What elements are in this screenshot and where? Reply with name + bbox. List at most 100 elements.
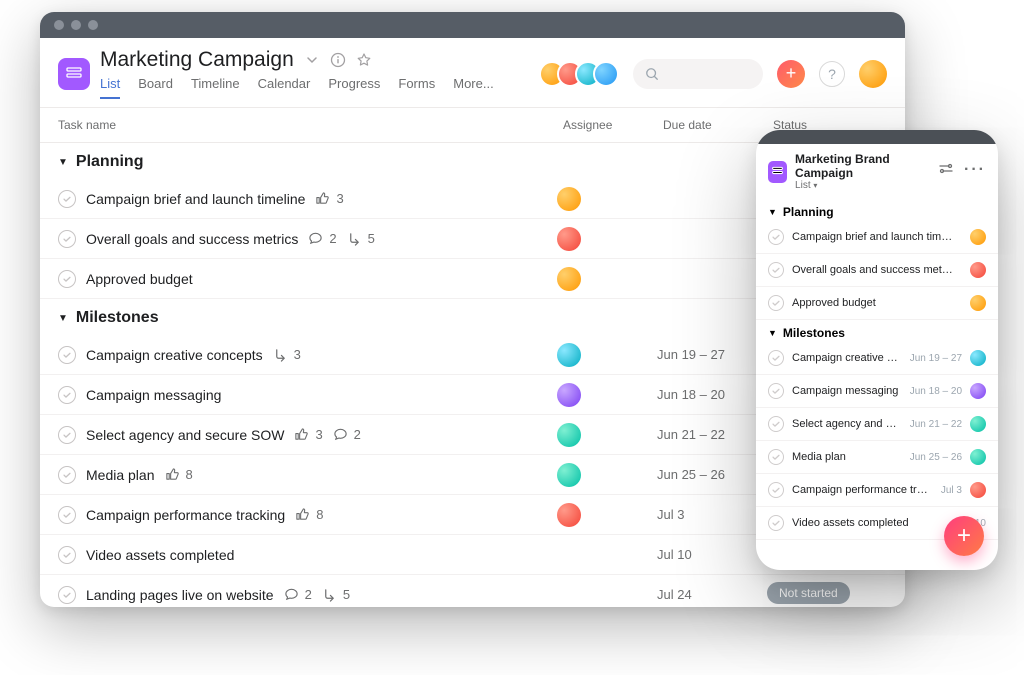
like-icon[interactable]	[165, 467, 180, 482]
due-date[interactable]: Jul 3	[657, 507, 767, 522]
tab-forms[interactable]: Forms	[398, 76, 435, 99]
mobile-task-row[interactable]: Campaign brief and launch timeline	[756, 221, 998, 254]
collaborator-avatar[interactable]	[593, 61, 619, 87]
mobile-task-name: Select agency and secure SOW	[792, 418, 902, 430]
mobile-task-row[interactable]: Media planJun 25 – 26	[756, 441, 998, 474]
comment-icon[interactable]	[308, 231, 323, 246]
assignee-avatar[interactable]	[557, 187, 581, 211]
caret-down-icon: ▼	[768, 207, 777, 217]
due-date[interactable]: Jul 10	[657, 547, 767, 562]
task-name: Overall goals and success metrics	[86, 231, 298, 247]
search-input[interactable]	[633, 59, 763, 89]
complete-toggle[interactable]	[58, 270, 76, 288]
complete-toggle[interactable]	[58, 546, 76, 564]
mobile-complete-toggle[interactable]	[768, 295, 784, 311]
mobile-task-name: Campaign messaging	[792, 385, 902, 397]
mobile-complete-toggle[interactable]	[768, 383, 784, 399]
project-title[interactable]: Marketing Campaign	[100, 48, 294, 72]
due-date[interactable]: Jul 24	[657, 587, 767, 602]
mobile-complete-toggle[interactable]	[768, 482, 784, 498]
due-date[interactable]: Jun 25 – 26	[657, 467, 767, 482]
assignee-avatar[interactable]	[557, 267, 581, 291]
traffic-light-close[interactable]	[54, 20, 64, 30]
assignee-avatar[interactable]	[557, 343, 581, 367]
assignee-avatar[interactable]	[557, 503, 581, 527]
complete-toggle[interactable]	[58, 346, 76, 364]
mobile-task-row[interactable]: Select agency and secure SOW Jun 21 – 22	[756, 408, 998, 441]
view-tabs: List Board Timeline Calendar Progress Forms Mo…	[100, 76, 494, 99]
mobile-complete-toggle[interactable]	[768, 350, 784, 366]
mobile-complete-toggle[interactable]	[768, 416, 784, 432]
due-date[interactable]: Jun 18 – 20	[657, 387, 767, 402]
section-name: Planning	[76, 153, 144, 171]
info-icon[interactable]	[330, 52, 346, 68]
mobile-task-row[interactable]: Overall goals and success metrics	[756, 254, 998, 287]
task-name: Campaign brief and launch timeline	[86, 191, 305, 207]
tab-calendar[interactable]: Calendar	[258, 76, 311, 99]
mobile-task-row[interactable]: Campaign performance trackingJul 3	[756, 474, 998, 507]
chevron-down-icon[interactable]	[304, 52, 320, 68]
col-assignee[interactable]: Assignee	[557, 118, 657, 132]
mobile-add-button[interactable]: +	[944, 516, 984, 556]
col-due[interactable]: Due date	[657, 118, 767, 132]
filter-icon[interactable]	[938, 161, 954, 182]
like-icon[interactable]	[315, 191, 330, 206]
complete-toggle[interactable]	[58, 466, 76, 484]
traffic-light-min[interactable]	[71, 20, 81, 30]
subtask-icon[interactable]	[347, 231, 362, 246]
comment-icon[interactable]	[284, 587, 299, 602]
complete-toggle[interactable]	[58, 586, 76, 604]
task-name: Approved budget	[86, 271, 193, 287]
status-pill[interactable]: Not started	[767, 582, 850, 604]
comment-icon[interactable]	[333, 427, 348, 442]
like-icon[interactable]	[295, 507, 310, 522]
complete-toggle[interactable]	[58, 506, 76, 524]
mobile-task-row[interactable]: Campaign creative conceptsJun 19 – 27	[756, 342, 998, 375]
help-button[interactable]: ?	[819, 61, 845, 87]
mobile-complete-toggle[interactable]	[768, 229, 784, 245]
task-name: Campaign performance tracking	[86, 507, 285, 523]
tab-more-[interactable]: More...	[453, 76, 493, 99]
more-icon[interactable]: ···	[964, 161, 986, 182]
assignee-avatar[interactable]	[557, 227, 581, 251]
mobile-view-label[interactable]: List ▾	[795, 180, 930, 191]
tab-list[interactable]: List	[100, 76, 120, 99]
complete-toggle[interactable]	[58, 426, 76, 444]
mobile-task-row[interactable]: Campaign messagingJun 18 – 20	[756, 375, 998, 408]
mobile-project-icon	[768, 161, 787, 183]
complete-toggle[interactable]	[58, 386, 76, 404]
task-row[interactable]: Landing pages live on website25Jul 24Not…	[40, 575, 905, 607]
col-task[interactable]: Task name	[58, 118, 557, 132]
mobile-due: Jun 25 – 26	[910, 452, 962, 463]
mobile-complete-toggle[interactable]	[768, 515, 784, 531]
assignee-avatar[interactable]	[557, 463, 581, 487]
add-button[interactable]: +	[777, 60, 805, 88]
assignee-avatar[interactable]	[557, 423, 581, 447]
tab-progress[interactable]: Progress	[328, 76, 380, 99]
complete-toggle[interactable]	[58, 190, 76, 208]
task-name: Select agency and secure SOW	[86, 427, 284, 443]
mobile-complete-toggle[interactable]	[768, 449, 784, 465]
mobile-due: Jun 21 – 22	[910, 419, 962, 430]
mobile-project-title[interactable]: Marketing Brand Campaign	[795, 152, 930, 180]
mobile-section-header[interactable]: ▼ Planning	[756, 199, 998, 221]
current-user-avatar[interactable]	[859, 60, 887, 88]
collaborator-avatars[interactable]	[539, 61, 619, 87]
mobile-section-header[interactable]: ▼ Milestones	[756, 320, 998, 342]
star-icon[interactable]	[356, 52, 372, 68]
task-name: Video assets completed	[86, 547, 234, 563]
tab-timeline[interactable]: Timeline	[191, 76, 240, 99]
due-date[interactable]: Jun 21 – 22	[657, 427, 767, 442]
like-icon[interactable]	[294, 427, 309, 442]
due-date[interactable]: Jun 19 – 27	[657, 347, 767, 362]
mobile-task-row[interactable]: Approved budget	[756, 287, 998, 320]
subtask-icon[interactable]	[273, 347, 288, 362]
mobile-due: Jul 3	[941, 485, 962, 496]
mobile-task-list: ▼ PlanningCampaign brief and launch time…	[756, 199, 998, 540]
mobile-complete-toggle[interactable]	[768, 262, 784, 278]
assignee-avatar[interactable]	[557, 383, 581, 407]
subtask-icon[interactable]	[322, 587, 337, 602]
traffic-light-max[interactable]	[88, 20, 98, 30]
complete-toggle[interactable]	[58, 230, 76, 248]
tab-board[interactable]: Board	[138, 76, 173, 99]
